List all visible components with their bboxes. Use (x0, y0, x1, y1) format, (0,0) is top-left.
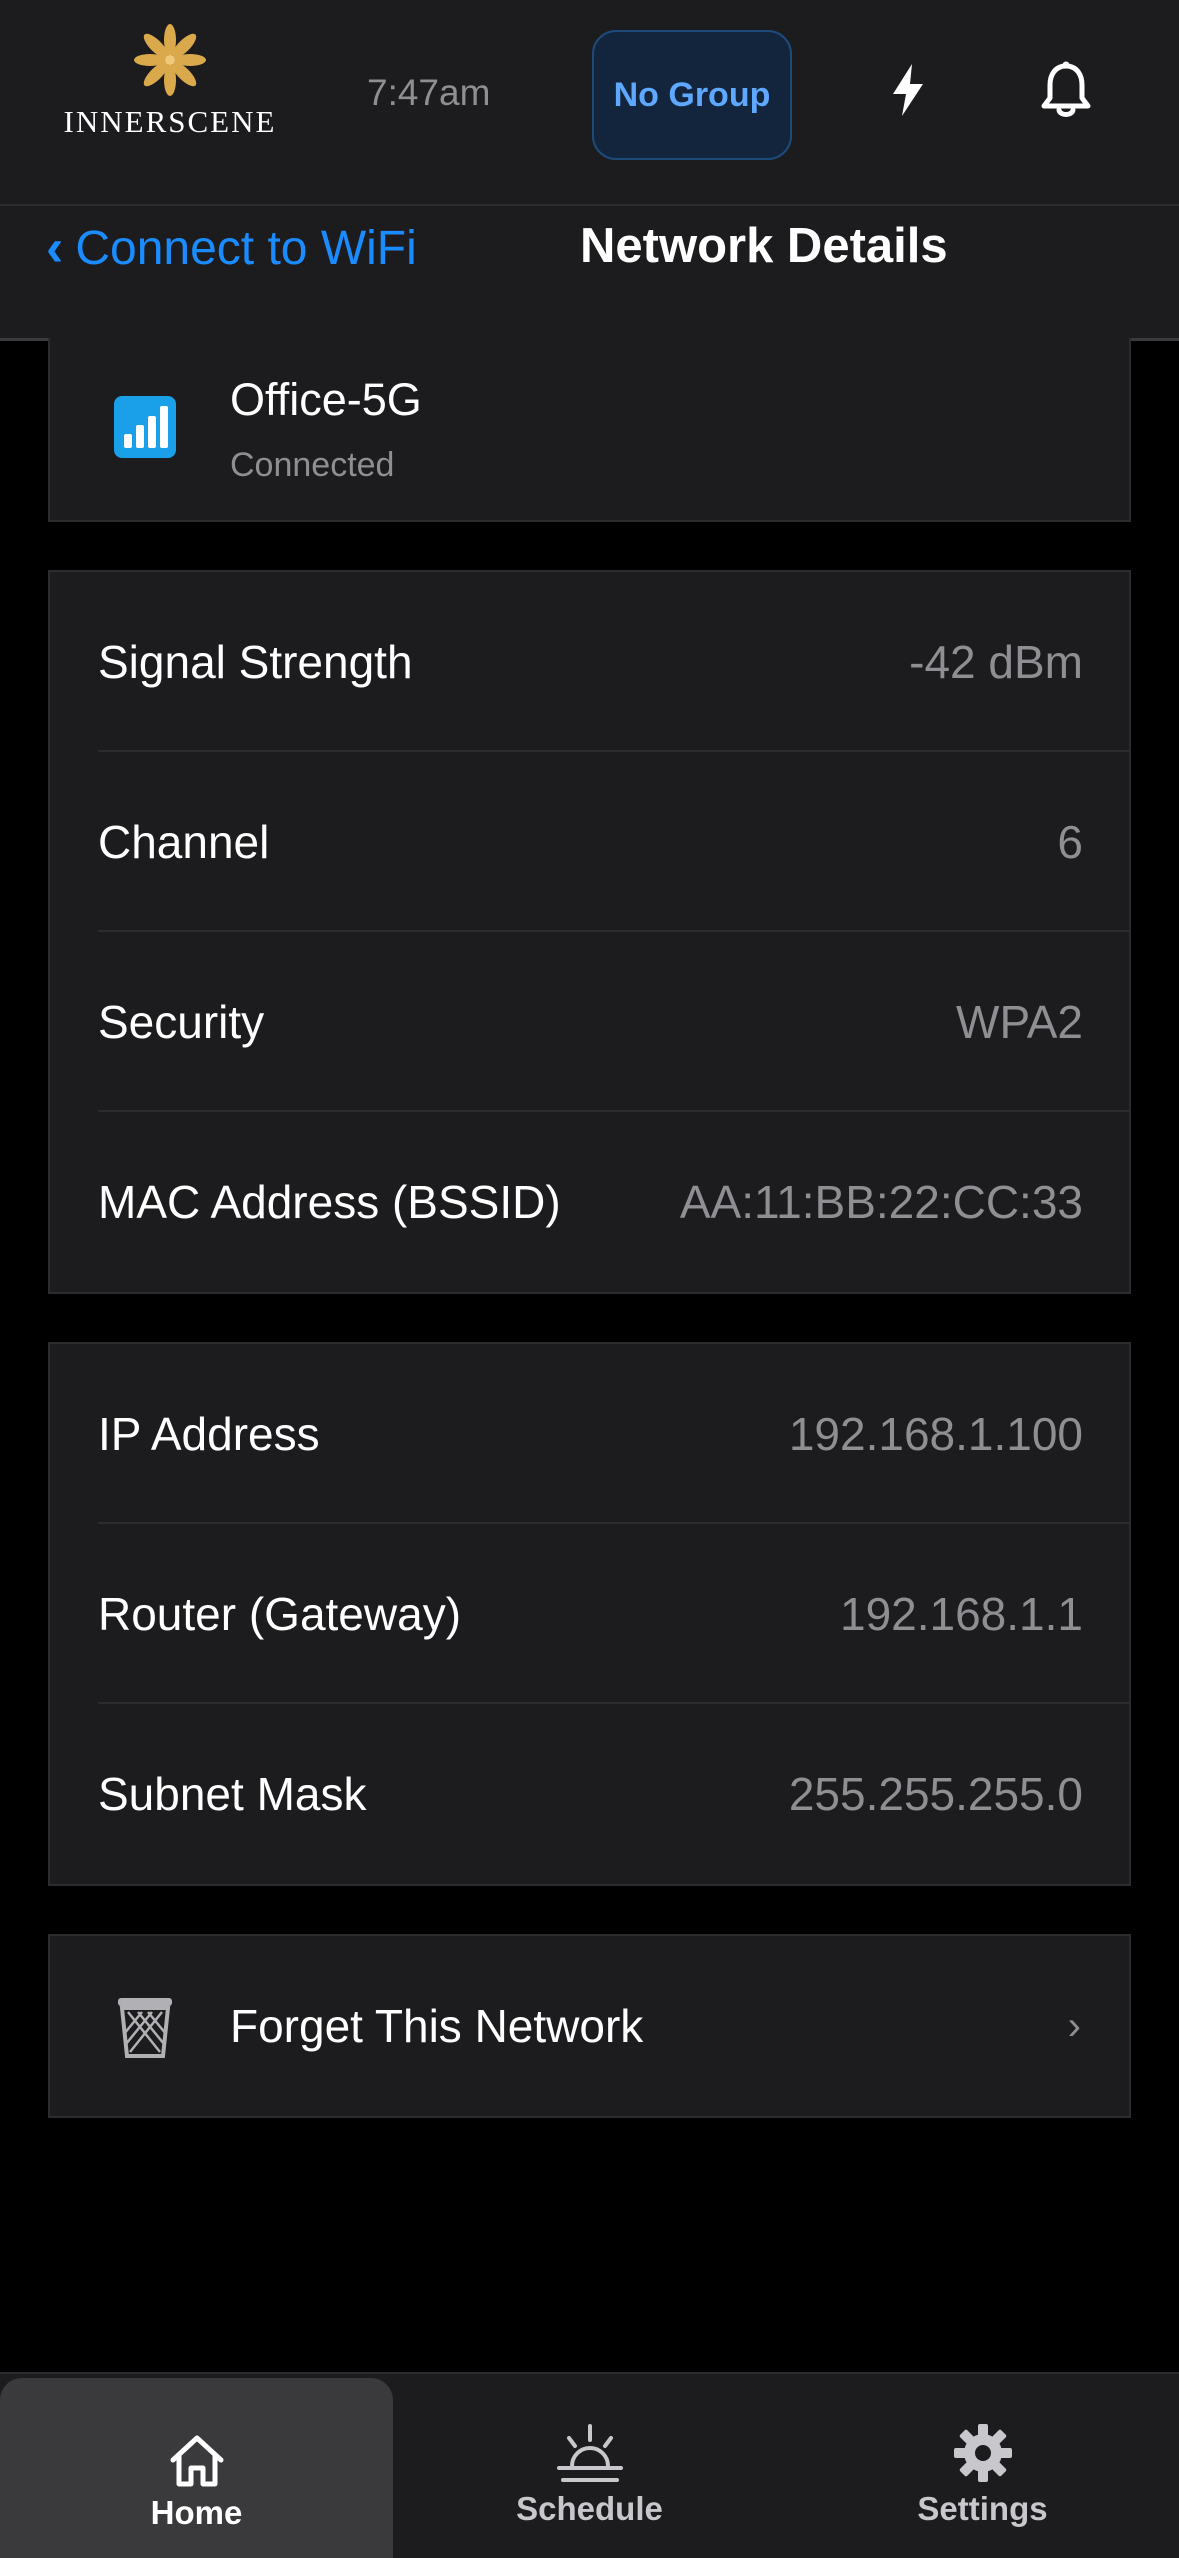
chevron-left-icon: ‹ (46, 219, 64, 277)
detail-label: MAC Address (BSSID) (98, 1176, 561, 1228)
clock-time: 7:47am (367, 72, 491, 113)
detail-row-mac-address: MAC Address (BSSID) AA:11:BB:22:CC:33 (50, 1112, 1129, 1292)
gear-icon (953, 2424, 1012, 2482)
innerscene-logo: INNERSCENE (55, 22, 285, 152)
tab-schedule[interactable]: Schedule (393, 2374, 786, 2558)
detail-row-channel: Channel 6 (50, 752, 1129, 932)
top-bar: INNERSCENE 7:47am No Group (0, 0, 1179, 206)
detail-value: 6 (1057, 816, 1083, 868)
sunrise-icon (556, 2424, 623, 2482)
detail-label: Router (Gateway) (98, 1588, 462, 1640)
detail-value: 255.255.255.0 (788, 1768, 1083, 1820)
wifi-details-card: Signal Strength -42 dBm Channel 6 Securi… (48, 570, 1131, 1294)
forget-network-button[interactable]: Forget This Network › (48, 1934, 1131, 2118)
forget-network-label: Forget This Network (230, 2000, 644, 2052)
network-status: Connected (230, 446, 395, 484)
tab-label: Home (150, 2494, 243, 2531)
detail-row-ip-address: IP Address 192.168.1.100 (50, 1344, 1129, 1524)
home-icon (170, 2435, 223, 2487)
detail-row-router-gateway: Router (Gateway) 192.168.1.1 (50, 1524, 1129, 1704)
detail-label: Subnet Mask (98, 1768, 367, 1820)
detail-label: IP Address (98, 1408, 320, 1460)
tab-label: Settings (917, 2490, 1048, 2527)
detail-label: Security (98, 996, 265, 1048)
tab-home[interactable]: Home (0, 2378, 393, 2558)
detail-value: AA:11:BB:22:CC:33 (679, 1176, 1083, 1228)
detail-row-security: Security WPA2 (50, 932, 1129, 1112)
detail-value: 192.168.1.1 (839, 1588, 1083, 1640)
chevron-right-icon: › (1067, 2004, 1081, 2048)
logo-flower-icon (134, 24, 206, 96)
detail-value: WPA2 (956, 996, 1083, 1048)
network-summary-card: Office-5G Connected (48, 338, 1131, 522)
group-select-button[interactable]: No Group (592, 30, 792, 160)
network-name: Office-5G (230, 374, 422, 425)
wifi-signal-icon (114, 396, 176, 458)
back-button[interactable]: ‹ Connect to WiFi (46, 218, 417, 278)
ip-details-card: IP Address 192.168.1.100 Router (Gateway… (48, 1342, 1131, 1886)
navigation-bar: ‹ Connect to WiFi Network Details (0, 206, 1179, 341)
tab-settings[interactable]: Settings (786, 2374, 1179, 2558)
tab-label: Schedule (516, 2490, 663, 2527)
trash-icon (118, 1998, 172, 2058)
logo-text: INNERSCENE (63, 104, 277, 139)
detail-label: Signal Strength (98, 636, 413, 688)
bottom-tab-bar: Home Schedule Settings (0, 2372, 1179, 2558)
detail-value: 192.168.1.100 (788, 1408, 1083, 1460)
detail-row-subnet-mask: Subnet Mask 255.255.255.0 (50, 1704, 1129, 1884)
bell-icon[interactable] (1038, 60, 1094, 120)
detail-value: -42 dBm (909, 636, 1083, 688)
detail-label: Channel (98, 816, 270, 868)
back-label: Connect to WiFi (75, 221, 417, 275)
page-title: Network Details (580, 219, 948, 273)
detail-row-signal-strength: Signal Strength -42 dBm (50, 572, 1129, 752)
lightning-icon[interactable] (885, 62, 931, 118)
